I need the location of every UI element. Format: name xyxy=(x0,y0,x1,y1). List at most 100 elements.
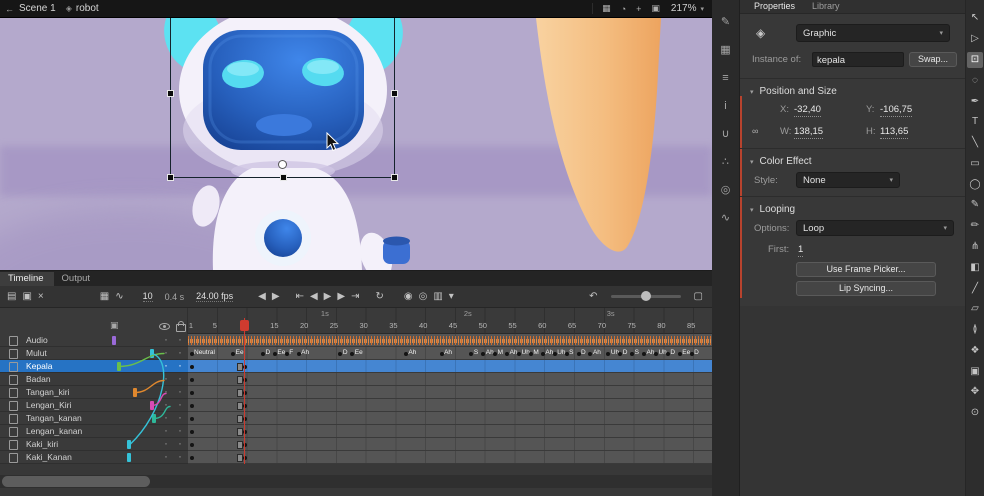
rectangle-tool[interactable]: ▭ xyxy=(967,156,983,172)
layer-lock-dot[interactable]: · xyxy=(178,384,182,398)
layer-lock-dot[interactable]: · xyxy=(178,371,182,385)
layer-name-cell[interactable]: Kepala·· xyxy=(0,360,188,373)
keyframe-dot[interactable] xyxy=(678,352,682,356)
layer-frames[interactable] xyxy=(188,425,712,438)
layer-visibility-dot[interactable]: · xyxy=(164,384,168,398)
tab-library[interactable]: Library xyxy=(812,1,840,11)
layer-name-cell[interactable]: Lengan_Kiri·· xyxy=(0,399,188,412)
resize-timeline-view-button[interactable]: ▢ xyxy=(694,291,703,302)
text-tool[interactable]: T xyxy=(967,114,983,130)
keyframe-dot[interactable] xyxy=(481,352,485,356)
layer-lock-dot[interactable]: · xyxy=(178,423,182,437)
section-color-effect[interactable]: ▾Color Effect xyxy=(750,156,812,167)
layer-name-cell[interactable]: Audio·· xyxy=(0,334,188,347)
symbol-type-select[interactable]: Graphic ▾ xyxy=(796,24,950,42)
layer-frames[interactable]: NeutralEeDEeFAhDEeAhAhSAhMAhUhMAhUhSDAhU… xyxy=(188,347,712,360)
tab-timeline[interactable]: Timeline xyxy=(0,272,54,286)
history-panel-icon[interactable]: ∿ xyxy=(716,209,736,227)
new-folder-button[interactable]: ▣ xyxy=(22,291,31,302)
onion-skin-button[interactable]: ◉ xyxy=(404,291,413,302)
layer-parent-chip[interactable] xyxy=(152,414,156,423)
camera-tool[interactable]: ▣ xyxy=(967,364,983,380)
selection-handle-sw[interactable] xyxy=(167,174,174,181)
keyframe-dot[interactable] xyxy=(642,352,646,356)
center-stage-icon[interactable]: + xyxy=(636,4,641,14)
rotation-icon[interactable]: ◔ xyxy=(621,4,626,14)
keyframe-dot[interactable] xyxy=(273,352,277,356)
link-width-height-icon[interactable]: ∞ xyxy=(752,126,758,136)
tab-properties[interactable]: Properties xyxy=(754,1,795,11)
delete-layer-button[interactable]: × xyxy=(38,291,44,302)
keyframe-dot[interactable] xyxy=(190,365,194,369)
layer-name-cell[interactable]: Kaki_kiri·· xyxy=(0,438,188,451)
keyframe-dot[interactable] xyxy=(553,352,557,356)
onion-skin-outlines-button[interactable]: ◎ xyxy=(419,291,428,302)
horizontal-scrollbar-thumb[interactable] xyxy=(2,476,150,487)
layer-lock-dot[interactable]: · xyxy=(178,397,182,411)
step-forward-button[interactable]: ▶ xyxy=(272,291,280,302)
w-value[interactable]: 138,15 xyxy=(794,126,823,139)
layer-parent-chip[interactable] xyxy=(117,362,121,371)
go-last-frame-button[interactable]: ⇥ xyxy=(351,291,359,302)
pen-tool[interactable]: ✒ xyxy=(967,94,983,110)
keyframe-dot[interactable] xyxy=(505,352,509,356)
x-value[interactable]: -32,40 xyxy=(794,104,821,117)
bone-tool[interactable]: ⋔ xyxy=(967,239,983,255)
align-panel-icon[interactable]: ▦ xyxy=(716,41,736,59)
keyframe-dot[interactable] xyxy=(618,352,622,356)
modify-markers-button[interactable]: ▾ xyxy=(449,291,454,302)
layer-frames[interactable] xyxy=(188,451,712,464)
layer-lock-dot[interactable]: · xyxy=(178,436,182,450)
zoom-tool[interactable]: ⊙ xyxy=(967,405,983,421)
properties-panel-icon[interactable]: ✎ xyxy=(716,13,736,31)
graph-editor-button[interactable]: ∿ xyxy=(115,291,123,302)
selection-handle-w[interactable] xyxy=(167,90,174,97)
keyframe-dot[interactable] xyxy=(529,352,533,356)
current-frame-field[interactable]: 10 xyxy=(143,291,153,302)
subselection-tool[interactable]: ▷ xyxy=(967,31,983,47)
line-tool[interactable]: ╲ xyxy=(967,135,983,151)
lip-syncing-button[interactable]: Lip Syncing... xyxy=(796,281,936,296)
eraser-tool[interactable]: ▱ xyxy=(967,301,983,317)
layer-lock-dot[interactable]: · xyxy=(178,332,182,346)
layer-name-cell[interactable]: Lengan_kanan·· xyxy=(0,425,188,438)
keyframe-dot[interactable] xyxy=(261,352,265,356)
layer-visibility-dot[interactable]: · xyxy=(164,423,168,437)
keyframe-dot[interactable] xyxy=(190,443,194,447)
play-button[interactable]: ▶ xyxy=(324,291,332,302)
keyframe-dot[interactable] xyxy=(440,352,444,356)
timeline-zoom-thumb[interactable] xyxy=(641,291,651,301)
keyframe-dot[interactable] xyxy=(493,352,497,356)
selection-handle-e[interactable] xyxy=(391,90,398,97)
keyframe-dot[interactable] xyxy=(231,352,235,356)
loop-playback-button[interactable]: ↻ xyxy=(375,291,383,302)
selection-handle-se[interactable] xyxy=(391,174,398,181)
edit-symbols-icon[interactable]: ▦ xyxy=(602,3,611,14)
layer-parent-chip[interactable] xyxy=(133,388,137,397)
keyframe-dot[interactable] xyxy=(517,352,521,356)
zoom-level-select[interactable]: 217% ▾ xyxy=(671,3,704,14)
scene-back-icon[interactable]: ← xyxy=(5,4,14,14)
keyframe-dot[interactable] xyxy=(690,352,694,356)
style-select[interactable]: None ▾ xyxy=(796,172,900,188)
layer-parent-chip[interactable] xyxy=(127,440,131,449)
h-value[interactable]: 113,65 xyxy=(880,126,908,139)
selection-handle-s[interactable] xyxy=(280,174,287,181)
layer-visibility-dot[interactable]: · xyxy=(164,410,168,424)
paint-bucket-tool[interactable]: ◧ xyxy=(967,260,983,276)
layer-frames[interactable] xyxy=(188,386,712,399)
brushes-panel-icon[interactable]: ∴ xyxy=(716,153,736,171)
prev-keyframe-button[interactable]: ◀ xyxy=(310,291,318,302)
keyframe-dot[interactable] xyxy=(190,378,194,382)
frame-rate-field[interactable]: 24.00 fps xyxy=(196,291,233,302)
layer-visibility-dot[interactable]: · xyxy=(164,332,168,346)
layer-visibility-dot[interactable]: · xyxy=(164,371,168,385)
new-layer-button[interactable]: ▤ xyxy=(7,291,16,302)
instance-name-field[interactable]: kepala xyxy=(812,52,904,67)
layer-visibility-dot[interactable]: · xyxy=(164,345,168,359)
keyframe-dot[interactable] xyxy=(666,352,670,356)
keyframe-dot[interactable] xyxy=(541,352,545,356)
layer-frames[interactable] xyxy=(188,412,712,425)
layer-frames[interactable] xyxy=(188,438,712,451)
layer-name-cell[interactable]: Tangan_kiri·· xyxy=(0,386,188,399)
